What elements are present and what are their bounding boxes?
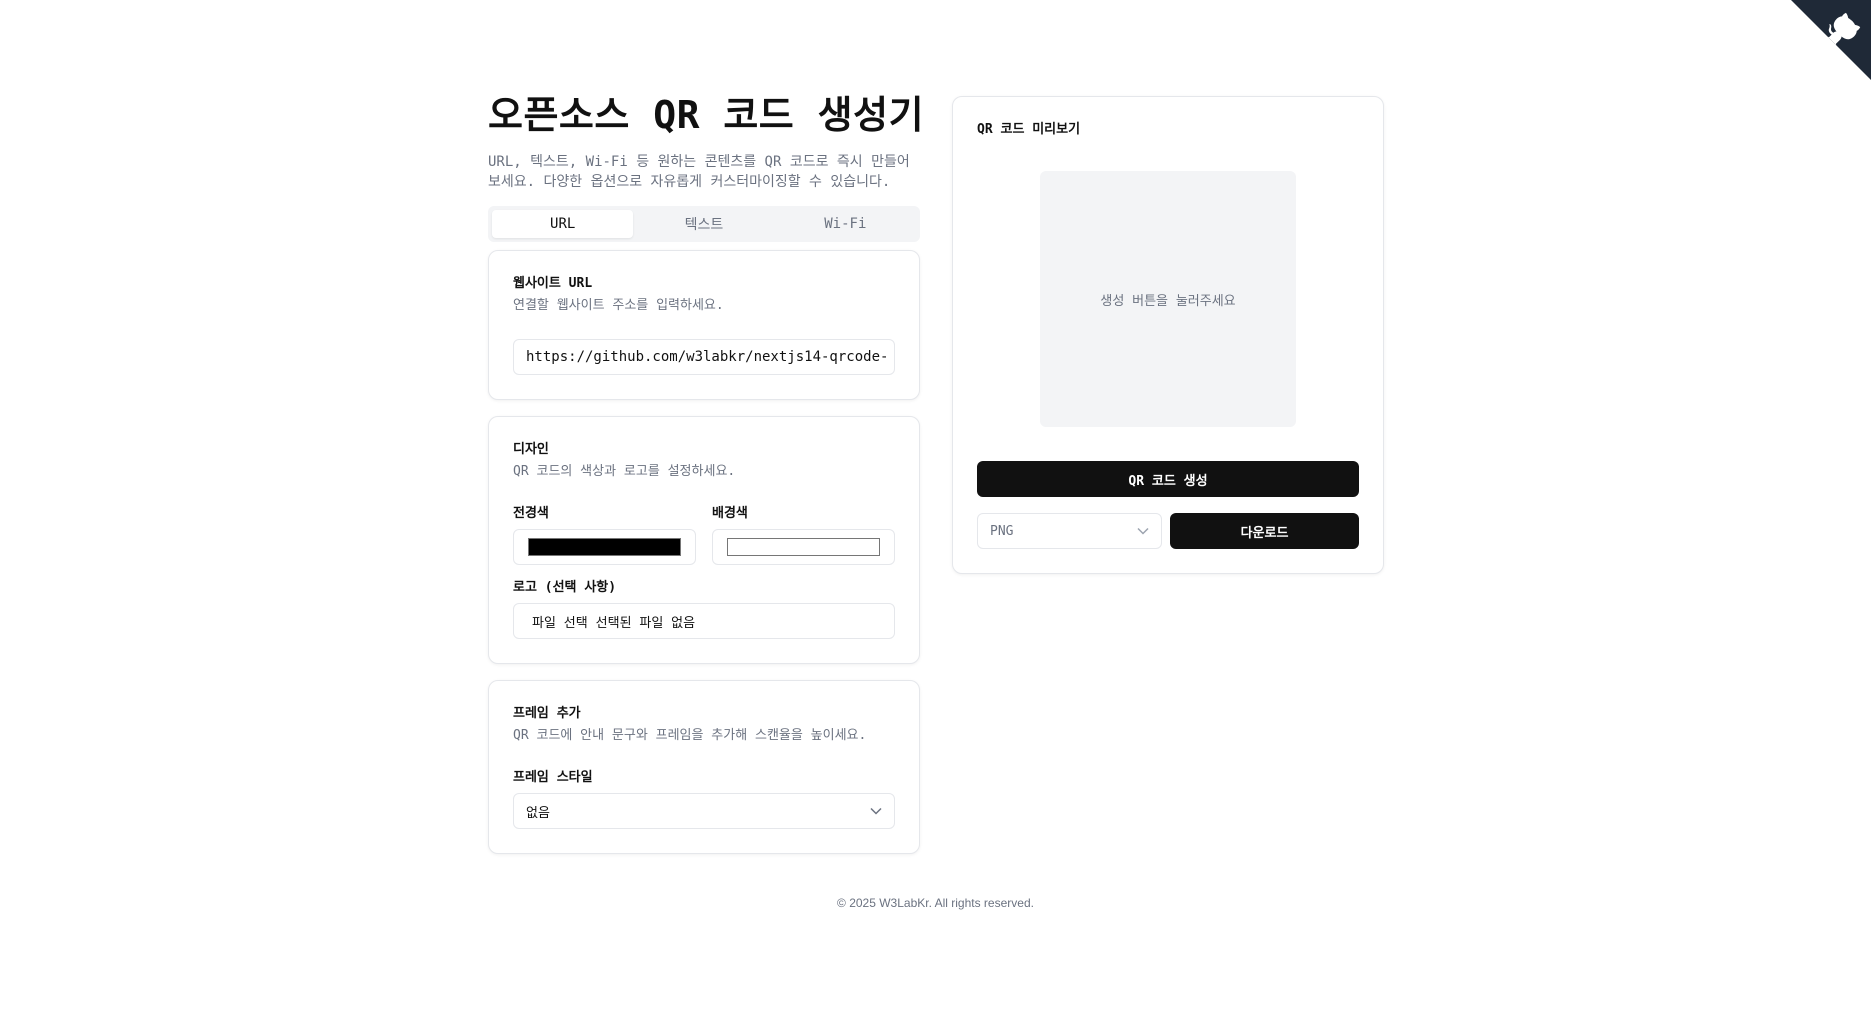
- background-color-group: 배경색: [712, 505, 895, 565]
- design-card-title: 디자인: [513, 442, 549, 457]
- logo-label: 로고 (선택 사항): [513, 580, 617, 595]
- file-status-text: 선택된 파일 없음: [595, 615, 696, 631]
- background-color-picker[interactable]: [712, 529, 895, 565]
- foreground-color-label: 전경색: [513, 506, 549, 521]
- foreground-color-group: 전경색: [513, 505, 696, 565]
- foreground-color-picker[interactable]: [513, 529, 696, 565]
- frame-card-description: QR 코드에 안내 문구와 프레임을 추가해 스캔율을 높이세요.: [513, 728, 867, 743]
- github-corner-link[interactable]: [1791, 0, 1871, 80]
- frame-style-select[interactable]: 없음: [513, 793, 895, 829]
- preview-card: QR 코드 미리보기 생성 버튼을 눌러주세요 QR 코드 생성 PNG 다운로…: [952, 96, 1384, 574]
- footer-copyright: © 2025 W3LabKr. All rights reserved.: [837, 896, 1034, 910]
- url-input[interactable]: https://github.com/w3labkr/nextjs14-qrco…: [513, 339, 895, 375]
- page-title: 오픈소스 QR 코드 생성기: [488, 93, 925, 137]
- url-card-title: 웹사이트 URL: [513, 276, 593, 291]
- github-corner-icon: [1791, 0, 1871, 80]
- foreground-color-swatch: [528, 538, 681, 556]
- frame-style-value: 없음: [526, 805, 550, 821]
- content-type-tabs: URL 텍스트 Wi-Fi: [488, 206, 920, 242]
- format-value: PNG: [990, 523, 1014, 539]
- url-card: 웹사이트 URL 연결할 웹사이트 주소를 입력하세요. https://git…: [488, 250, 920, 400]
- form-column: 오픈소스 QR 코드 생성기 URL, 텍스트, Wi-Fi 등 원하는 콘텐츠…: [488, 92, 925, 854]
- tab-text[interactable]: 텍스트: [633, 210, 774, 238]
- color-row: 전경색 배경색: [513, 505, 895, 565]
- frame-style-label: 프레임 스타일: [513, 770, 593, 785]
- download-row: PNG 다운로드: [977, 513, 1359, 549]
- generate-qr-button[interactable]: QR 코드 생성: [977, 461, 1359, 497]
- preview-title: QR 코드 미리보기: [977, 122, 1081, 137]
- frame-style-group: 프레임 스타일 없음: [513, 769, 895, 829]
- download-button[interactable]: 다운로드: [1170, 513, 1359, 549]
- format-select[interactable]: PNG: [977, 513, 1162, 549]
- background-color-swatch: [727, 538, 880, 556]
- logo-file-input[interactable]: 파일 선택 선택된 파일 없음: [513, 603, 895, 639]
- tab-url[interactable]: URL: [492, 210, 634, 238]
- page-description: URL, 텍스트, Wi-Fi 등 원하는 콘텐츠를 QR 코드로 즉시 만들어…: [488, 154, 910, 190]
- file-select-button[interactable]: 파일 선택: [532, 612, 588, 631]
- preview-column: QR 코드 미리보기 생성 버튼을 눌러주세요 QR 코드 생성 PNG 다운로…: [952, 96, 1384, 574]
- tab-wifi[interactable]: Wi-Fi: [775, 210, 916, 238]
- chevron-down-icon: [1137, 527, 1149, 535]
- url-card-description: 연결할 웹사이트 주소를 입력하세요.: [513, 298, 724, 313]
- background-color-label: 배경색: [712, 506, 748, 521]
- design-card-description: QR 코드의 색상과 로고를 설정하세요.: [513, 464, 736, 479]
- frame-card: 프레임 추가 QR 코드에 안내 문구와 프레임을 추가해 스캔율을 높이세요.…: [488, 680, 920, 854]
- frame-card-title: 프레임 추가: [513, 706, 581, 721]
- chevron-down-icon: [870, 807, 882, 815]
- logo-group: 로고 (선택 사항) 파일 선택 선택된 파일 없음: [513, 579, 895, 639]
- design-card: 디자인 QR 코드의 색상과 로고를 설정하세요. 전경색 배경색 로고 (선택…: [488, 416, 920, 664]
- qr-preview-area: 생성 버튼을 눌러주세요: [1040, 171, 1296, 427]
